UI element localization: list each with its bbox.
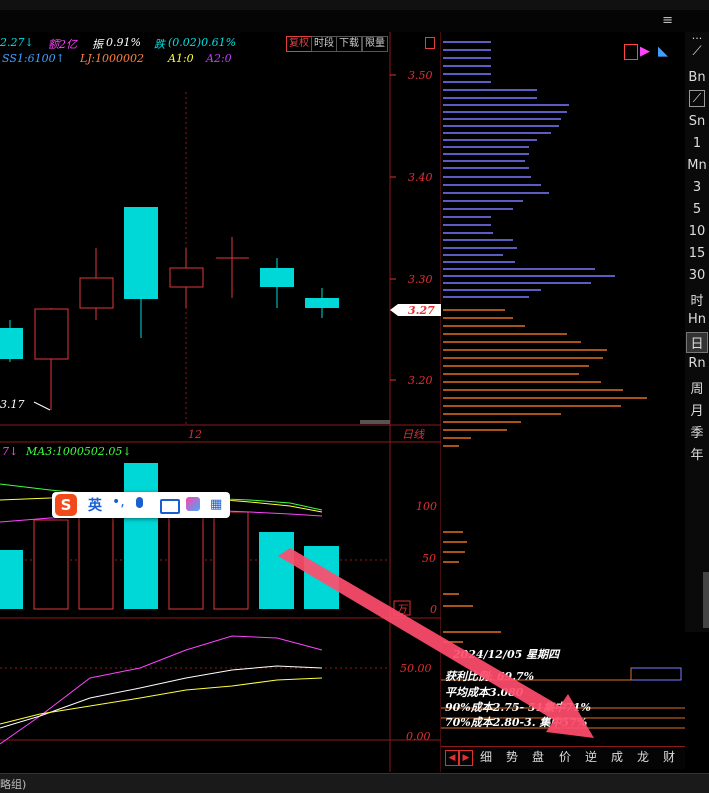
chart-scroll-handle bbox=[360, 420, 390, 424]
sidebar-item-rn[interactable]: Rn bbox=[685, 356, 709, 371]
volume-bar-down bbox=[304, 546, 339, 609]
volume-bar-up bbox=[168, 509, 204, 610]
arrow-tool-icon[interactable]: ◣ bbox=[658, 44, 668, 59]
volume-bar-down bbox=[0, 550, 23, 609]
draw-tool-icon[interactable] bbox=[624, 44, 638, 60]
chart-title-bar: ≡ bbox=[0, 10, 709, 32]
tab-order-book[interactable]: 盘 bbox=[528, 748, 548, 766]
price-axis-label: 3.20 bbox=[408, 374, 433, 387]
tab-reverse[interactable]: 逆 bbox=[581, 748, 601, 766]
chip-info-panel: 2024/12/05 星期四 获利比例: 69.7% 平均成本3.080 90%… bbox=[441, 640, 685, 740]
indicator-axis-label: 0.00 bbox=[406, 730, 431, 743]
indicator-line-yellow bbox=[0, 677, 323, 725]
volume-unit: 万 bbox=[396, 603, 409, 616]
tab-deal[interactable]: 成 bbox=[607, 748, 627, 766]
ime-toolbar[interactable]: S 英 •, ▦ bbox=[52, 492, 230, 518]
candle-up bbox=[79, 277, 114, 309]
low-marker-line bbox=[33, 401, 51, 411]
candle-down bbox=[124, 207, 158, 299]
indicator-line-white bbox=[0, 665, 323, 729]
tab-finance[interactable]: 财 bbox=[659, 748, 679, 766]
toolbox-icon[interactable]: ▦ bbox=[210, 497, 222, 512]
sidebar-item-10min[interactable]: 10 bbox=[685, 224, 709, 239]
volume-bar-up bbox=[78, 515, 114, 610]
candle-up bbox=[34, 308, 69, 360]
info-profit-ratio: 获利比例: 69.7% bbox=[445, 670, 535, 683]
low-price-label: 3.17 bbox=[0, 398, 25, 411]
price-axis-label: 3.50 bbox=[408, 69, 433, 82]
tab-price[interactable]: 价 bbox=[555, 748, 575, 766]
sidebar-item-month[interactable]: 月 bbox=[685, 400, 709, 419]
tab-trend[interactable]: 势 bbox=[502, 748, 522, 766]
keyboard-icon[interactable] bbox=[160, 499, 180, 514]
candle-down bbox=[260, 268, 294, 287]
sidebar-item-30min[interactable]: 30 bbox=[685, 268, 709, 283]
volume-bar-down bbox=[124, 463, 158, 609]
sidebar-item-season[interactable]: 季 bbox=[685, 422, 709, 441]
date-axis-label: 12 bbox=[188, 428, 202, 441]
flag-icon[interactable]: ▶ bbox=[640, 44, 650, 59]
volume-header-fragment: 7↓ bbox=[2, 445, 18, 458]
sidebar-item-year[interactable]: 年 bbox=[685, 444, 709, 463]
skin-icon[interactable] bbox=[186, 497, 200, 511]
info-average-cost: 平均成本3.080 bbox=[445, 686, 524, 699]
sogou-logo-icon[interactable]: S bbox=[55, 494, 77, 516]
status-text: 略组) bbox=[0, 778, 27, 791]
chip-bars-upper bbox=[443, 41, 615, 298]
volume-axis-label: 100 bbox=[416, 500, 437, 513]
tab-dragon[interactable]: 龙 bbox=[633, 748, 653, 766]
candle-up bbox=[169, 267, 204, 288]
line-chart-icon[interactable]: ⟋ bbox=[685, 44, 709, 59]
status-bar: 略组) bbox=[0, 773, 709, 793]
info-date: 2024/12/05 星期四 bbox=[453, 648, 560, 661]
chart-tools: ▶ ◣ bbox=[624, 44, 674, 60]
sidebar-item-1min[interactable]: 1 bbox=[685, 136, 709, 151]
period-sidebar: ··· ⟋ Bn ⟋ Sn 1 Mn 3 5 10 15 30 时 Hn 日 R… bbox=[685, 32, 709, 632]
sidebar-item-5min[interactable]: 5 bbox=[685, 202, 709, 217]
menu-icon[interactable]: ≡ bbox=[662, 13, 673, 28]
chip-bars-lower bbox=[443, 309, 647, 643]
sidebar-item-hour[interactable]: 时 bbox=[685, 290, 709, 309]
ime-language-toggle[interactable]: 英 bbox=[88, 495, 102, 515]
sidebar-item-day[interactable]: 日 bbox=[686, 332, 708, 353]
volume-axis-label: 50 bbox=[422, 552, 436, 565]
tab-prev-icon[interactable]: ◀ bbox=[445, 750, 459, 766]
period-label: 日线 bbox=[402, 428, 425, 441]
volume-bar-up bbox=[33, 519, 69, 610]
microphone-icon[interactable] bbox=[136, 497, 143, 508]
volume-bar-up bbox=[213, 511, 249, 610]
indicator-line-magenta bbox=[0, 635, 323, 745]
tab-detail[interactable]: 细 bbox=[476, 748, 496, 766]
candle-down bbox=[305, 298, 339, 308]
tab-next-icon[interactable]: ▶ bbox=[459, 750, 473, 766]
sidebar-item-hn[interactable]: Hn bbox=[685, 312, 709, 327]
sidebar-scrollbar[interactable] bbox=[703, 572, 709, 628]
sidebar-item-3min[interactable]: 3 bbox=[685, 180, 709, 195]
info-cost-70: 70%成本2.80-3. 集中57% bbox=[445, 716, 588, 729]
volume-ma3: MA3:1000502.05↓ bbox=[25, 445, 132, 458]
info-cost-90: 90%成本2.75- 51集中71% bbox=[445, 701, 592, 714]
volume-bar-down bbox=[259, 532, 294, 609]
chart-area[interactable]: 3.50 3.40 3.30 3.20 3.27 日线 12 3.17 7↓ M… bbox=[0, 32, 441, 772]
volume-axis-label: 0 bbox=[430, 603, 437, 616]
current-price-label: 3.27 bbox=[408, 304, 435, 317]
sidebar-item-mn[interactable]: Mn bbox=[685, 158, 709, 173]
price-axis-label: 3.30 bbox=[408, 273, 433, 286]
sidebar-item-15min[interactable]: 15 bbox=[685, 246, 709, 261]
sidebar-item-sn[interactable]: Sn bbox=[685, 114, 709, 129]
kline-chart-icon[interactable]: ⟋ bbox=[689, 90, 705, 107]
candle-down bbox=[0, 328, 23, 359]
indicator-axis-label: 50.00 bbox=[400, 662, 432, 675]
punctuation-icon[interactable]: •, bbox=[112, 494, 125, 510]
price-axis-label: 3.40 bbox=[408, 171, 433, 184]
sidebar-item-week[interactable]: 周 bbox=[685, 378, 709, 397]
sidebar-item-bn[interactable]: Bn bbox=[685, 70, 709, 85]
